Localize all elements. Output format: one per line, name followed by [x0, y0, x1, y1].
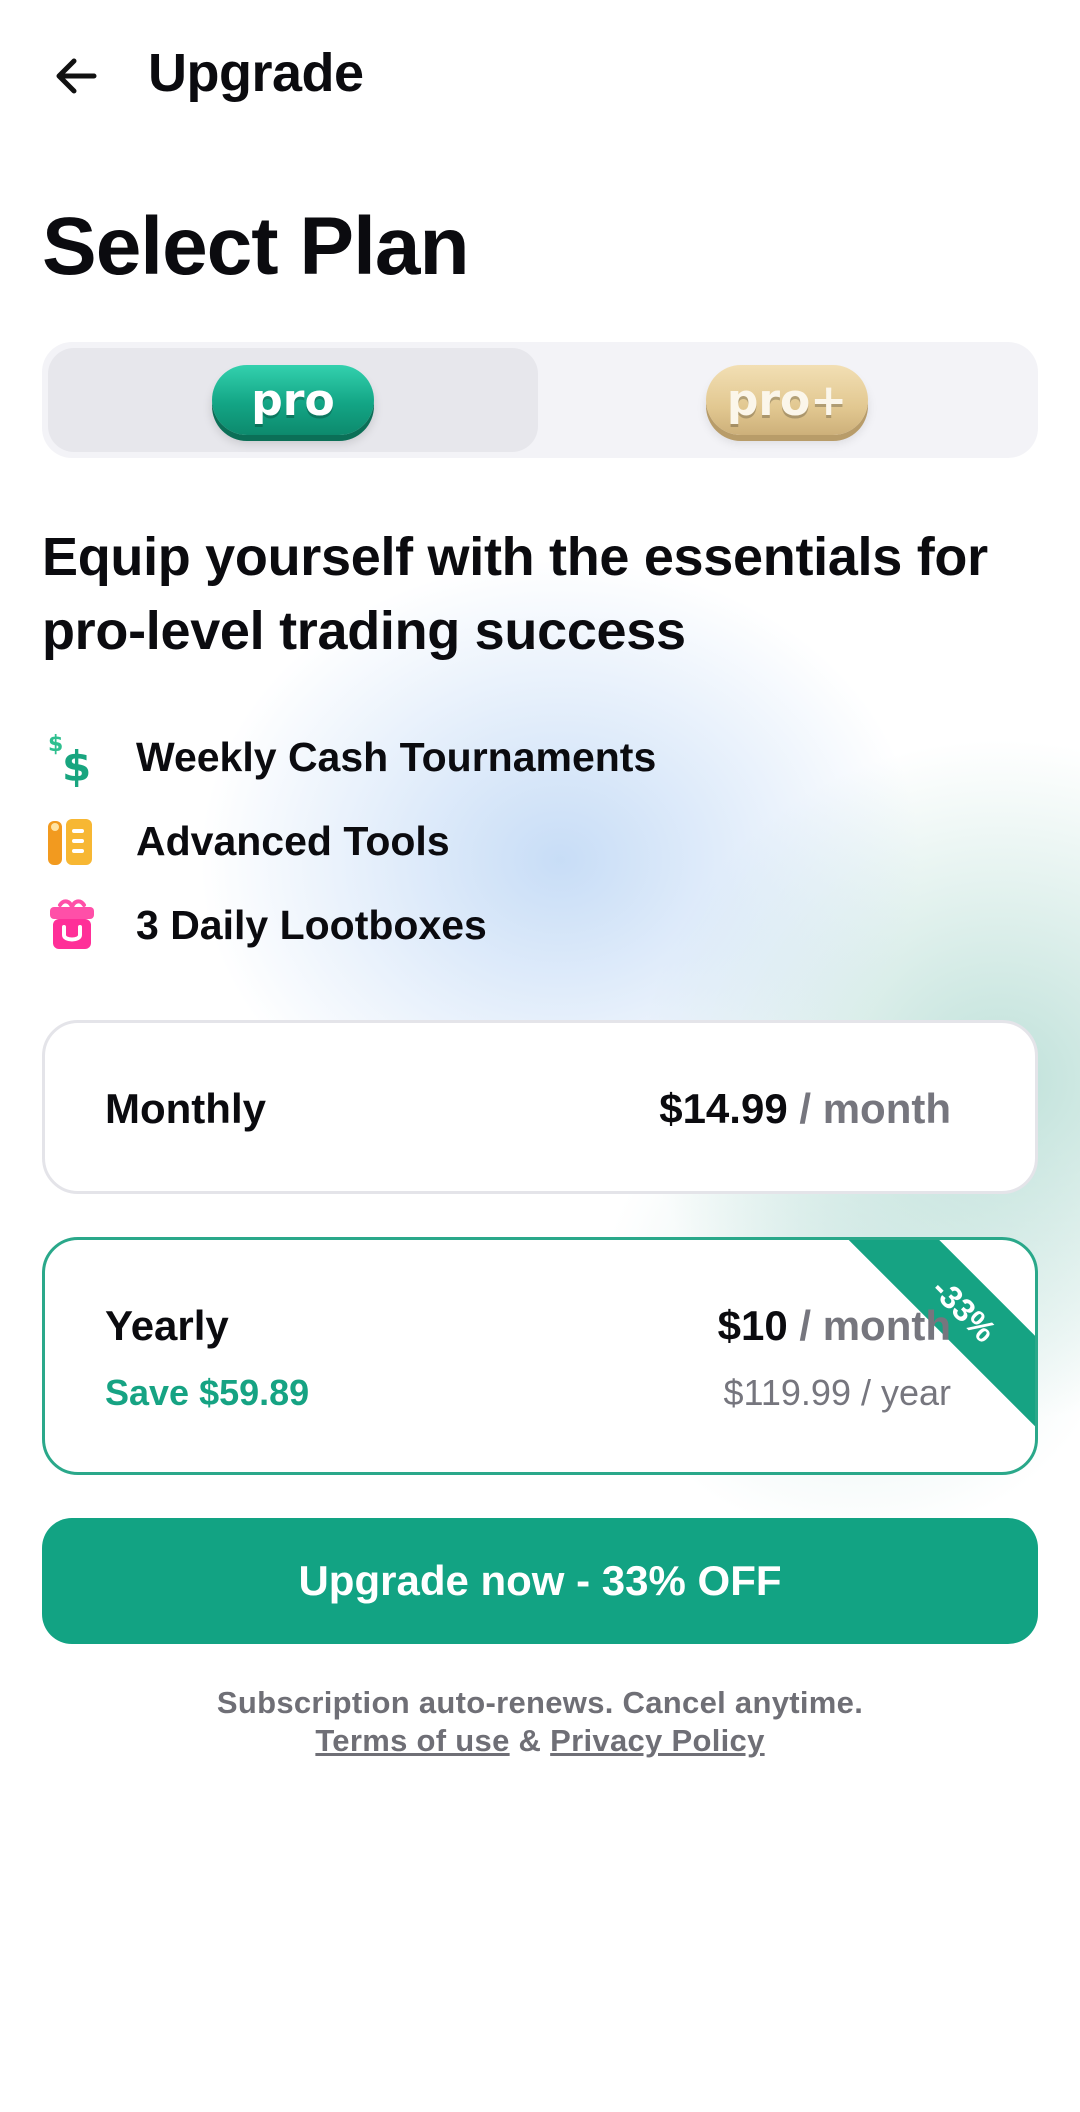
savings-text: Save $59.89: [105, 1372, 310, 1413]
plan-card-monthly[interactable]: Monthly $14.99 / month: [42, 1020, 1038, 1194]
privacy-policy-link[interactable]: Privacy Policy: [550, 1723, 764, 1758]
terms-of-use-link[interactable]: Terms of use: [315, 1723, 509, 1758]
top-app-bar: Upgrade: [0, 0, 1080, 150]
price-amount: $14.99: [659, 1085, 788, 1132]
price-period: / month: [799, 1085, 951, 1132]
feature-label: 3 Daily Lootboxes: [136, 901, 487, 948]
svg-text:$: $: [62, 742, 91, 787]
feature-label: Weekly Cash Tournaments: [136, 733, 657, 780]
tier-option-pro[interactable]: pro: [48, 348, 538, 452]
page-title: Select Plan: [42, 201, 470, 292]
link-separator: &: [518, 1723, 542, 1758]
plan-tier-toggle: pro pro+: [42, 342, 1038, 458]
plan-name: Yearly: [105, 1302, 229, 1349]
yearly-total: $119.99 / year: [723, 1372, 952, 1413]
price-amount: $10: [717, 1302, 788, 1349]
feature-label: Advanced Tools: [136, 817, 450, 864]
dollar-icon: $ $: [42, 727, 102, 787]
feature-item: $ $ Weekly Cash Tournaments: [42, 727, 656, 787]
legal-links: Terms of use & Privacy Policy: [0, 1722, 1080, 1760]
plan-name: Monthly: [105, 1085, 266, 1132]
feature-item: Advanced Tools: [42, 811, 450, 871]
price-period: / month: [799, 1302, 951, 1349]
back-button[interactable]: [40, 40, 112, 112]
plan-card-yearly[interactable]: -33% Yearly $10 / month Save $59.89 $119…: [42, 1237, 1038, 1475]
lootbox-icon: [42, 895, 102, 955]
pro-badge: pro: [212, 365, 374, 435]
feature-item: 3 Daily Lootboxes: [42, 895, 487, 955]
upgrade-now-button[interactable]: Upgrade now - 33% OFF: [42, 1518, 1038, 1644]
monthly-price: $14.99 / month: [659, 1085, 951, 1133]
subscription-footer: Subscription auto-renews. Cancel anytime…: [0, 1684, 1080, 1760]
tools-icon: [42, 811, 102, 871]
auto-renew-note: Subscription auto-renews. Cancel anytime…: [216, 1685, 864, 1720]
app-bar-title: Upgrade: [148, 43, 364, 103]
plan-tagline: Equip yourself with the essentials for p…: [42, 527, 988, 661]
yearly-price: $10 / month: [718, 1302, 951, 1350]
pro-plus-badge: pro+: [706, 365, 868, 435]
arrow-left-icon: [56, 58, 97, 94]
tier-option-pro-plus[interactable]: pro+: [542, 348, 1032, 452]
